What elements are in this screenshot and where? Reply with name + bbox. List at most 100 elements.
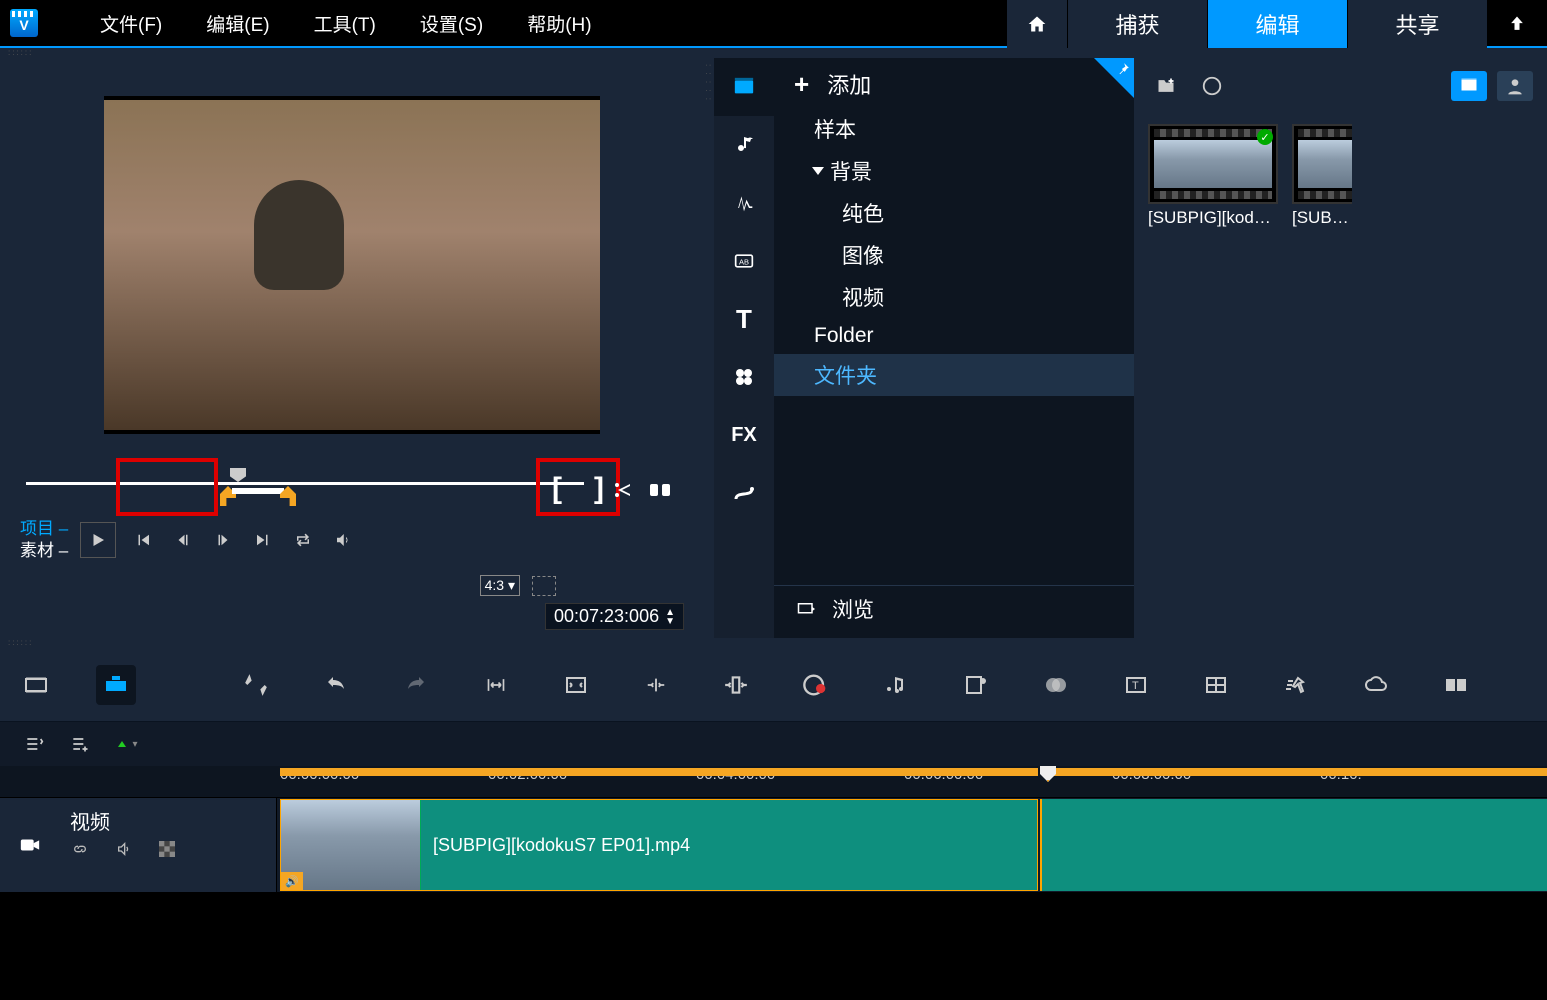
track-link-button[interactable] xyxy=(70,841,90,857)
next-frame-icon xyxy=(214,531,232,549)
storyboard-view-button[interactable] xyxy=(16,665,56,705)
prev-frame-button[interactable] xyxy=(170,527,196,553)
capture-button[interactable] xyxy=(1194,71,1230,101)
sidetab-transition[interactable] xyxy=(714,174,774,232)
go-start-button[interactable] xyxy=(130,527,156,553)
track-manager-button[interactable] xyxy=(20,730,48,758)
fit-project-button[interactable] xyxy=(476,665,516,705)
tree-video[interactable]: 视频 xyxy=(774,276,1134,318)
preview-mode-labels: 项目 素材 xyxy=(20,518,68,562)
timecode-field[interactable]: 00:07:23:006 ▲▼ xyxy=(545,603,684,630)
tree-folder-zh[interactable]: 文件夹 xyxy=(774,354,1134,396)
volume-button[interactable] xyxy=(330,527,356,553)
trim-range-icon[interactable] xyxy=(220,486,296,500)
track-mute-button[interactable] xyxy=(114,841,134,857)
tool-settings-button[interactable] xyxy=(236,665,276,705)
next-frame-button[interactable] xyxy=(210,527,236,553)
ruler-selection-left xyxy=(280,768,1038,776)
split-clip-button[interactable] xyxy=(646,476,674,504)
preview-video[interactable] xyxy=(104,96,600,434)
loop-button[interactable] xyxy=(290,527,316,553)
tree-background[interactable]: 背景 xyxy=(774,150,1134,192)
selection-box-button[interactable] xyxy=(532,576,556,596)
title-icon: AB xyxy=(731,251,757,271)
zoom-button[interactable] xyxy=(636,665,676,705)
record-button[interactable] xyxy=(796,665,836,705)
mode-project[interactable]: 项目 xyxy=(20,518,68,540)
track-type-button[interactable] xyxy=(0,798,60,892)
sidetab-path[interactable] xyxy=(714,464,774,522)
tab-edit[interactable]: 编辑 xyxy=(1207,0,1347,48)
redo-button[interactable] xyxy=(396,665,436,705)
upload-button[interactable] xyxy=(1487,0,1547,48)
tree-image[interactable]: 图像 xyxy=(774,234,1134,276)
volume-icon xyxy=(333,531,353,549)
text-track-button[interactable]: T xyxy=(1116,665,1156,705)
cut-button[interactable] xyxy=(608,476,636,504)
mode-clip[interactable]: 素材 xyxy=(20,540,68,562)
sidetab-audio[interactable] xyxy=(714,116,774,174)
import-button[interactable] xyxy=(1148,71,1184,101)
tree-folder-en[interactable]: Folder xyxy=(774,318,1134,354)
timeline-ruler[interactable]: 00:00:00:00 00:02:00:00 00:04:00:00 00:0… xyxy=(0,766,1547,798)
panel-grip-timeline[interactable]: :::::: xyxy=(0,638,1547,648)
3d-button[interactable] xyxy=(1356,665,1396,705)
scrub-bar: [ ] xyxy=(20,454,684,514)
undo-button[interactable] xyxy=(316,665,356,705)
sidetab-graphic[interactable] xyxy=(714,348,774,406)
panel-grip-top[interactable]: :::::: xyxy=(0,48,1547,58)
scrub-track[interactable] xyxy=(26,482,584,485)
plus-icon: + xyxy=(794,69,809,100)
menu-tools[interactable]: 工具(T) xyxy=(292,10,398,37)
track-menu-button[interactable]: ▾ xyxy=(112,730,140,758)
fit-screen-button[interactable] xyxy=(556,665,596,705)
add-folder-button[interactable]: +添加 xyxy=(774,60,1134,108)
view-thumb-button[interactable] xyxy=(1451,71,1487,101)
sidetab-title[interactable]: AB xyxy=(714,232,774,290)
aspect-ratio-button[interactable]: 4:3 ▾ xyxy=(480,575,520,596)
audio-mixer-button[interactable] xyxy=(876,665,916,705)
chapter-button[interactable] xyxy=(956,665,996,705)
library-item[interactable]: [SUBPI... xyxy=(1292,124,1352,228)
view-list-button[interactable] xyxy=(1497,71,1533,101)
tab-share[interactable]: 共享 xyxy=(1347,0,1487,48)
add-track-button[interactable] xyxy=(66,730,94,758)
timeline-clip[interactable]: 🔊 [SUBPIG][kodokuS7 EP01].mp4 xyxy=(280,799,1038,891)
tree-solid[interactable]: 纯色 xyxy=(774,192,1134,234)
mark-in-button[interactable]: [ xyxy=(552,472,562,506)
timeline-view-button[interactable] xyxy=(96,665,136,705)
menu-edit[interactable]: 编辑(E) xyxy=(184,10,291,37)
tab-capture[interactable]: 捕获 xyxy=(1067,0,1207,48)
multicam-button[interactable] xyxy=(1436,665,1476,705)
menu-help[interactable]: 帮助(H) xyxy=(505,10,613,37)
timecode-spinner[interactable]: ▲▼ xyxy=(665,608,675,626)
sidetab-media[interactable] xyxy=(714,58,774,116)
library-item[interactable]: ✓ [SUBPIG][kodok... xyxy=(1148,124,1278,228)
pin-button[interactable] xyxy=(1094,58,1134,98)
grid-button[interactable] xyxy=(1196,665,1236,705)
home-button[interactable] xyxy=(1007,0,1067,48)
sidetab-fx[interactable]: FX xyxy=(714,406,774,464)
motion-button[interactable] xyxy=(1276,665,1316,705)
mark-out-button[interactable]: ] xyxy=(594,472,604,506)
ripple-button[interactable] xyxy=(716,665,756,705)
play-button[interactable] xyxy=(80,522,116,558)
menu-bar: 文件(F) 编辑(E) 工具(T) 设置(S) 帮助(H) 捕获 编辑 共享 xyxy=(0,0,1547,48)
library-pane: AB T FX +添加 样本 背景 纯色 图像 视频 Folder 文件夹 浏览 xyxy=(714,58,1547,638)
scrub-head-icon[interactable] xyxy=(230,468,246,482)
track-clips[interactable]: 🔊 [SUBPIG][kodokuS7 EP01].mp4 xyxy=(277,798,1547,892)
panel-grip-vertical[interactable]: : : : : : xyxy=(704,58,714,638)
fx-icon: FX xyxy=(731,424,757,447)
tree-sample[interactable]: 样本 xyxy=(774,108,1134,150)
menu-file[interactable]: 文件(F) xyxy=(78,10,184,37)
folder-plus-icon xyxy=(1154,76,1178,96)
timeline-clip-segment[interactable] xyxy=(1040,799,1547,891)
subtitle-button[interactable] xyxy=(1036,665,1076,705)
browse-button[interactable]: 浏览 xyxy=(774,585,1134,632)
playhead[interactable] xyxy=(1040,766,1056,782)
go-end-button[interactable] xyxy=(250,527,276,553)
home-icon xyxy=(1026,14,1048,34)
track-lock-button[interactable] xyxy=(158,841,176,857)
sidetab-text[interactable]: T xyxy=(714,290,774,348)
menu-settings[interactable]: 设置(S) xyxy=(398,10,505,37)
